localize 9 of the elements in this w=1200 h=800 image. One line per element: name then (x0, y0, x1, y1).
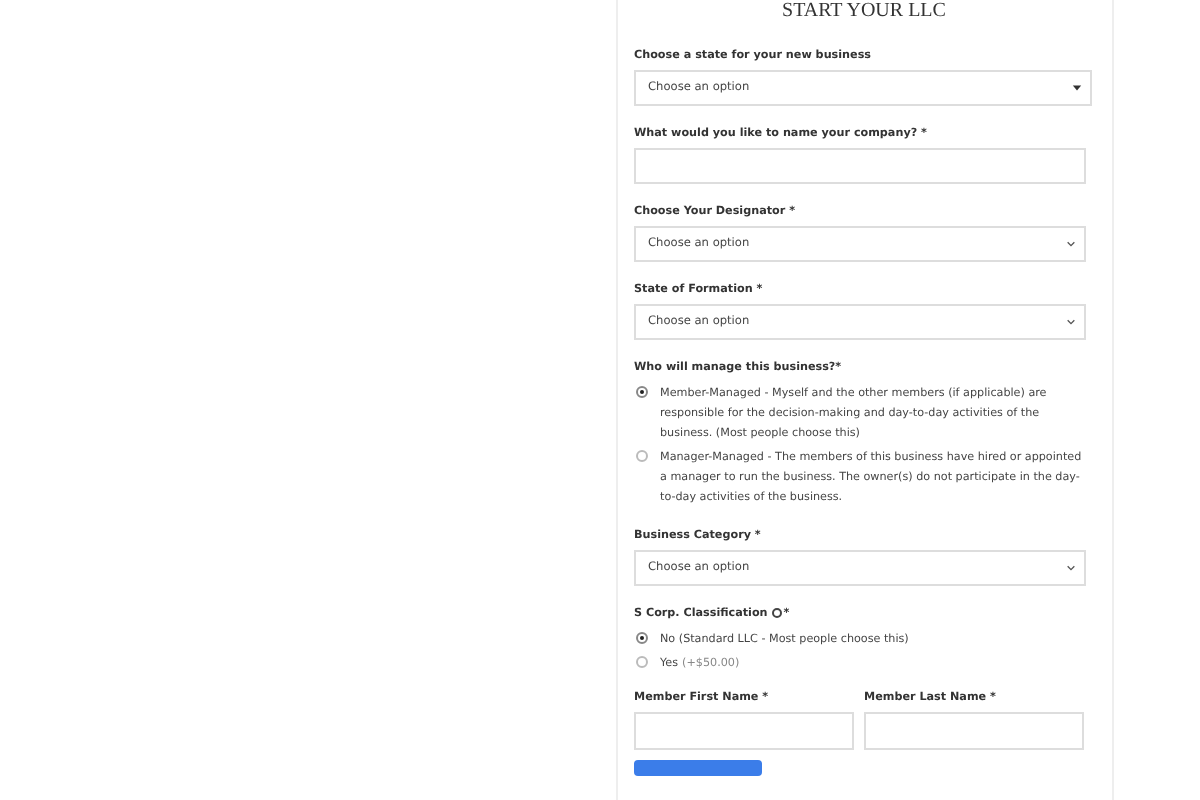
text-input[interactable] (634, 148, 1086, 184)
radio-button[interactable] (636, 450, 648, 462)
submit-button[interactable] (634, 759, 762, 775)
form-title: START YOUR LLC (780, 0, 948, 26)
text-input[interactable] (864, 711, 1084, 749)
radio-button[interactable] (636, 632, 648, 644)
radio-button[interactable] (636, 656, 648, 668)
text-input[interactable] (634, 711, 854, 749)
radio-button[interactable] (636, 386, 648, 398)
